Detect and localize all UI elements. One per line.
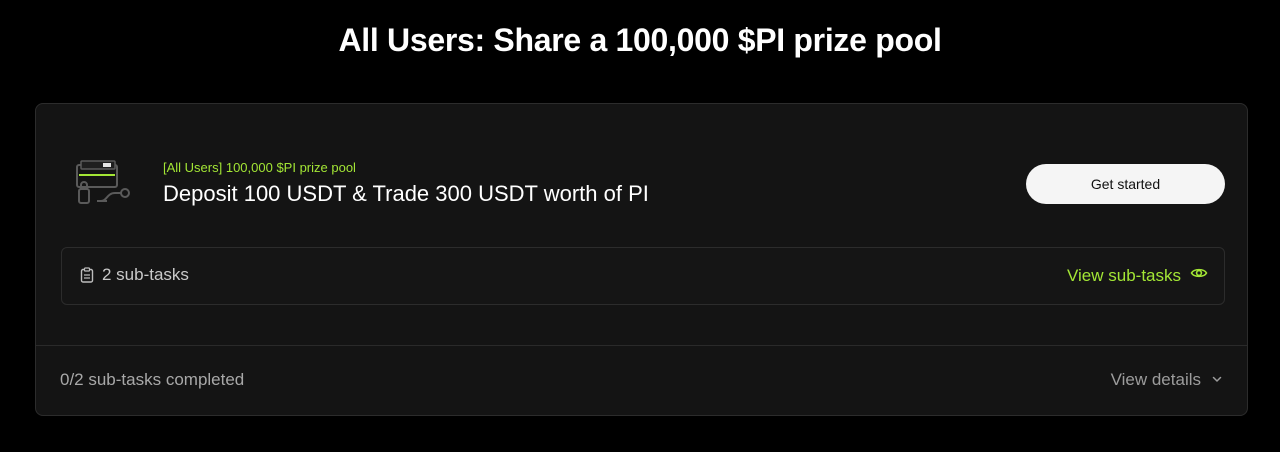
chevron-down-icon [1211, 370, 1223, 390]
subtasks-progress: 0/2 sub-tasks completed [60, 370, 245, 389]
task-tag: [All Users] 100,000 $PI prize pool [163, 160, 356, 175]
subtasks-box: 2 sub-tasks View sub-tasks [61, 247, 1225, 305]
task-title: Deposit 100 USDT & Trade 300 USDT worth … [163, 181, 649, 206]
view-subtasks-label: View sub-tasks [1066, 265, 1181, 285]
wallet-task-icon [73, 157, 135, 211]
view-subtasks-link[interactable]: View sub-tasks [1067, 264, 1208, 287]
view-details-toggle[interactable]: View details [1111, 370, 1223, 390]
subtasks-count: 2 sub-tasks [102, 265, 189, 284]
view-details-label: View details [1110, 370, 1201, 389]
card-divider [36, 345, 1247, 346]
clipboard-icon [80, 267, 94, 283]
get-started-button[interactable]: Get started [1026, 164, 1225, 204]
task-card: [All Users] 100,000 $PI prize pool Depos… [35, 103, 1248, 416]
eye-icon [1190, 264, 1208, 287]
page-title: All Users: Share a 100,000 $PI prize poo… [338, 22, 942, 58]
